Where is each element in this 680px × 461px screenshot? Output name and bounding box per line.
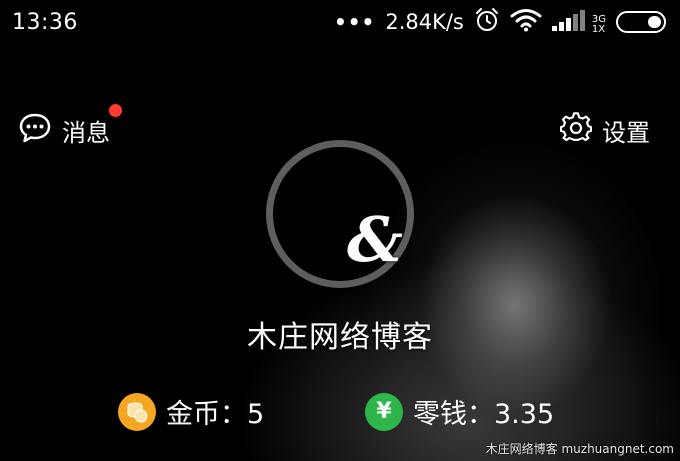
coin-stack-icon [118,392,156,431]
coins-label: 金币：5 [166,399,265,430]
cellular-signal: 3G 1X [551,9,606,35]
gear-icon [559,112,593,148]
wifi-icon [510,8,542,36]
notification-badge [109,104,122,117]
change-stat[interactable]: ¥ 零钱：3.35 [365,392,554,431]
signal-bars-icon [551,9,588,35]
username: 木庄网络博客 [247,320,433,355]
wallet-stats: 金币：5 ¥ 零钱：3.35 [0,392,680,436]
status-time: 13:36 [12,9,78,35]
network-sub-label: 1X [591,24,606,35]
avatar[interactable]: & [266,140,414,288]
avatar-ampersand-logo: & [347,203,403,276]
battery-level [648,16,661,28]
network-type: 3G 1X [592,15,606,35]
watermark: 木庄网络博客 muzhuangnet.com [485,442,674,456]
messages-label: 消息 [62,118,110,147]
change-label: 零钱：3.35 [413,399,555,430]
alarm-clock-icon [474,7,500,37]
settings-label: 设置 [602,118,650,147]
more-dots-icon: ••• [333,10,376,34]
chat-bubble-icon [18,112,52,148]
status-indicators: ••• 2.84K/s 3G 1X [334,7,666,37]
messages-button[interactable]: 消息 [18,104,122,148]
network-speed: 2.84K/s [385,10,464,34]
settings-button[interactable]: 设置 [559,112,650,148]
profile-screen: 13:36 ••• 2.84K/s 3G 1X 消息 设置 & 木庄网络博客 金… [0,0,680,461]
coins-stat[interactable]: 金币：5 [118,392,264,431]
status-bar: 13:36 ••• 2.84K/s 3G 1X [0,0,680,44]
battery-icon [616,11,666,33]
yen-icon: ¥ [365,392,403,431]
